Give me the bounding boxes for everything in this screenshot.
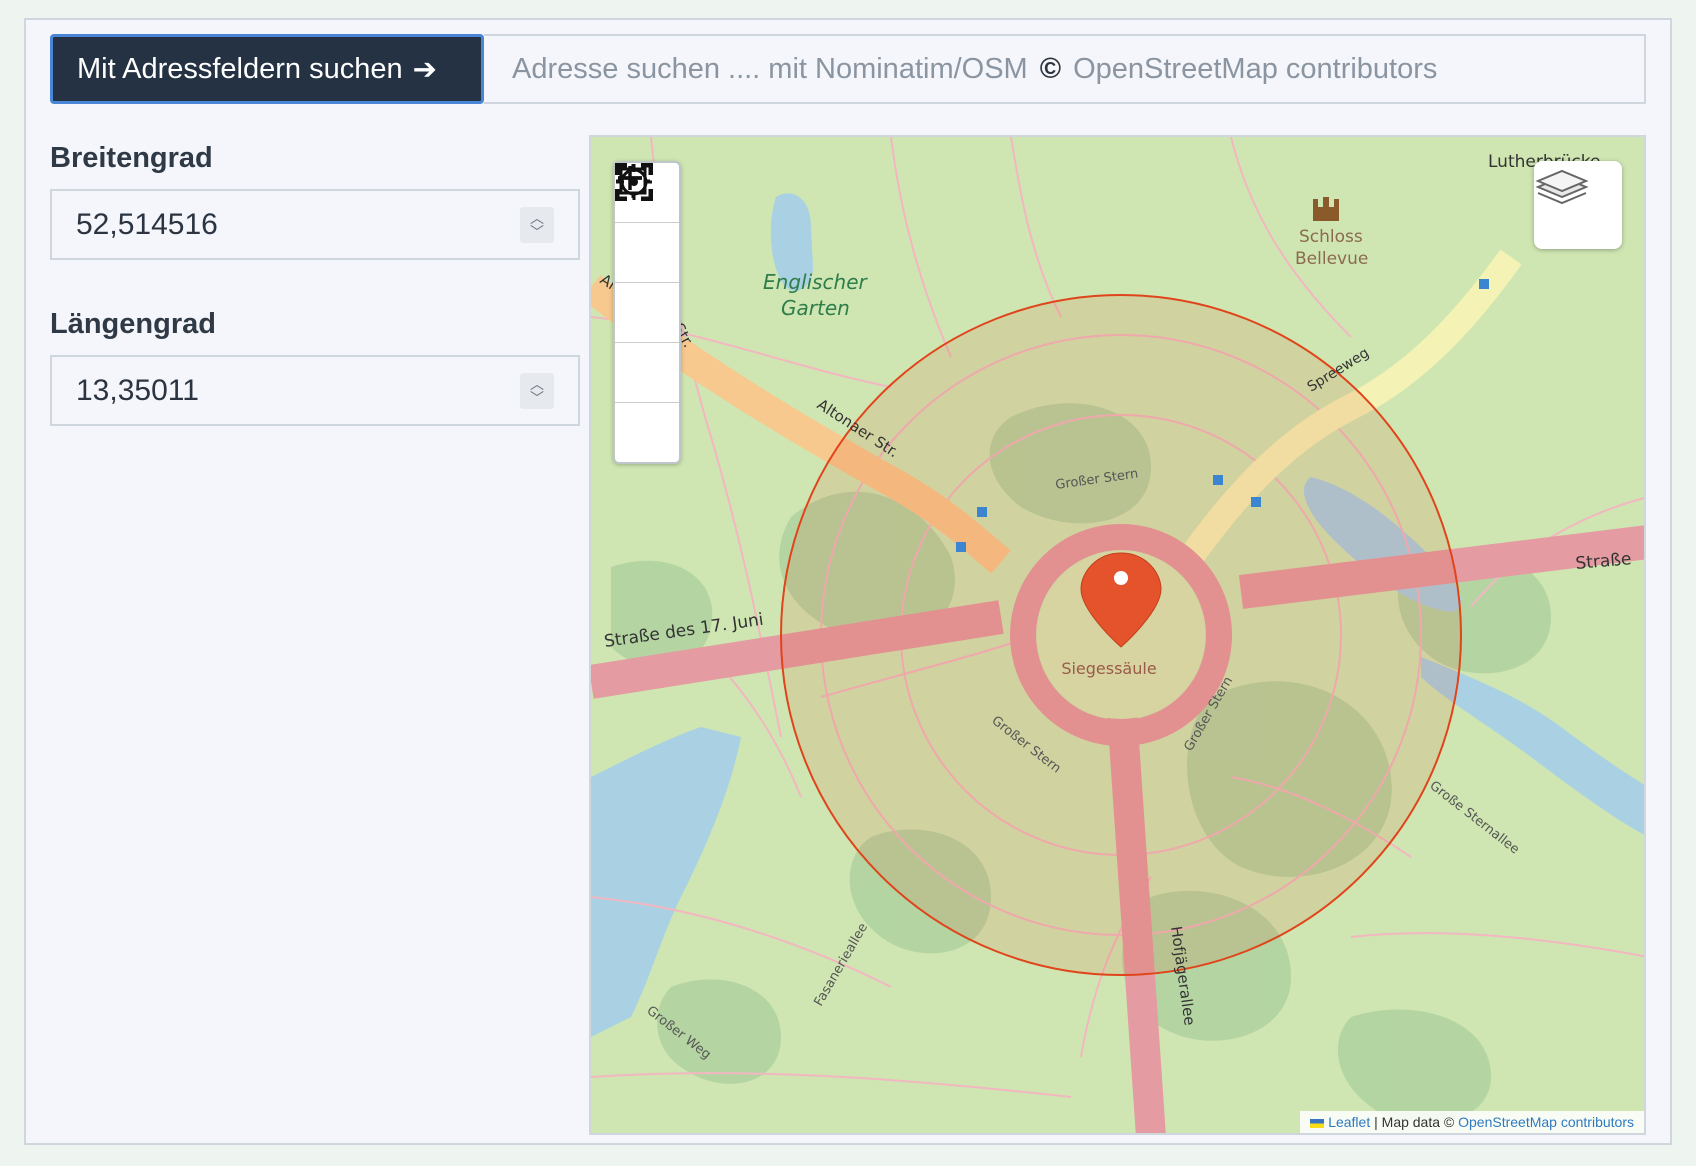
- longitude-input[interactable]: 13,35011 ︿ ﹀: [50, 355, 580, 426]
- arrow-right-icon: ➔: [412, 53, 437, 86]
- map-tiles[interactable]: Siegessäule Großer Stern Großer Stern Gr…: [591, 137, 1646, 1135]
- label-siegessaeule: Siegessäule: [1061, 659, 1156, 678]
- copyright-icon: ©: [1039, 52, 1062, 85]
- locate-icon: [616, 164, 652, 200]
- search-button-label: Mit Adressfeldern suchen: [77, 52, 403, 85]
- map[interactable]: Siegessäule Großer Stern Großer Stern Gr…: [589, 135, 1646, 1135]
- osm-contributors-link[interactable]: OpenStreetMap contributors: [1458, 1114, 1634, 1130]
- search-placeholder-suffix: OpenStreetMap contributors: [1073, 52, 1438, 85]
- label-bellevue: Bellevue: [1295, 249, 1368, 269]
- label-garten: Garten: [781, 296, 850, 320]
- chevron-down-icon[interactable]: ﹀: [530, 391, 544, 405]
- locate-button[interactable]: [615, 164, 679, 462]
- address-search-input[interactable]: Adresse suchen .... mit Nominatim/OSM © …: [484, 34, 1646, 104]
- leaflet-link[interactable]: Leaflet: [1328, 1114, 1370, 1130]
- ukraine-flag-icon: [1310, 1118, 1325, 1128]
- fit-bounds-button[interactable]: [615, 164, 679, 403]
- layers-icon: [1535, 169, 1589, 205]
- latitude-label: Breitengrad: [50, 142, 213, 174]
- latitude-spinner[interactable]: ︿ ﹀: [520, 207, 554, 243]
- attribution-separator: | Map data ©: [1374, 1114, 1455, 1130]
- longitude-spinner[interactable]: ︿ ﹀: [520, 373, 554, 409]
- label-schloss: Schloss: [1299, 227, 1363, 247]
- search-placeholder-prefix: Adresse suchen .... mit Nominatim/OSM: [512, 52, 1028, 85]
- zoom-in-button[interactable]: [615, 166, 679, 283]
- zoom-out-button[interactable]: [615, 176, 679, 343]
- map-controls: [613, 161, 681, 464]
- label-englischer: Englischer: [763, 270, 869, 294]
- longitude-label: Längengrad: [50, 308, 216, 340]
- map-attribution: Leaflet | Map data © OpenStreetMap contr…: [1300, 1111, 1644, 1133]
- latitude-value: 52,514516: [76, 207, 218, 241]
- chevron-up-icon[interactable]: ︿: [530, 211, 544, 225]
- chevron-down-icon[interactable]: ﹀: [530, 225, 544, 239]
- layers-button[interactable]: [1534, 161, 1622, 249]
- longitude-value: 13,35011: [76, 373, 199, 407]
- castle-icon: [1313, 197, 1339, 221]
- address-fields-search-button[interactable]: Mit Adressfeldern suchen ➔: [50, 34, 484, 104]
- chevron-up-icon[interactable]: ︿: [530, 377, 544, 391]
- latitude-input[interactable]: 52,514516 ︿ ﹀: [50, 189, 580, 260]
